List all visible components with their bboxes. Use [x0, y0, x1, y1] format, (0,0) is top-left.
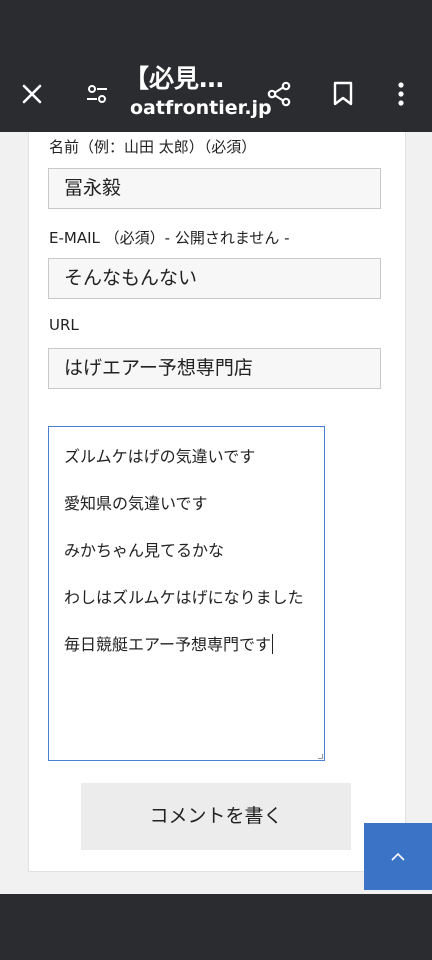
comment-line: ズルムケはげの気違いです	[64, 447, 256, 466]
submit-comment-button[interactable]: コメントを書く	[81, 783, 351, 850]
comment-line-last: 毎日競艇エアー予想専門です	[64, 631, 274, 655]
status-bar	[0, 0, 432, 55]
comment-textarea[interactable]: ズルムケはげの気違いです 愛知県の気違いです みかちゃん見てるかな わしはズルム…	[48, 426, 325, 761]
chevron-up-icon	[391, 852, 405, 861]
resize-grip-icon[interactable]	[318, 754, 323, 759]
email-field[interactable]: そんなもんない	[48, 258, 381, 299]
close-icon[interactable]	[12, 74, 52, 114]
more-vert-icon[interactable]	[381, 74, 421, 114]
browser-toolbar: 【必見… oatfrontier.jp	[0, 55, 432, 132]
url-field[interactable]: はげエアー予想専門店	[48, 348, 381, 389]
page-domain: oatfrontier.jp	[130, 97, 272, 119]
comment-line: わしはズルムケはげになりました	[64, 588, 304, 607]
page-title: 【必見…	[124, 64, 225, 93]
name-label: 名前（例：山田 太郎）（必須）	[49, 138, 257, 156]
tune-icon[interactable]	[77, 74, 117, 114]
comment-line: 毎日競艇エアー予想専門です	[64, 635, 272, 654]
scroll-to-top-button[interactable]	[364, 823, 432, 890]
comment-line: 愛知県の気違いです	[64, 494, 208, 513]
page-title-area[interactable]: 【必見… oatfrontier.jp	[124, 63, 272, 121]
url-label: URL	[49, 316, 79, 334]
navigation-bar	[0, 894, 432, 960]
text-caret	[272, 634, 274, 654]
comment-line: みかちゃん見てるかな	[64, 541, 225, 560]
share-icon[interactable]	[259, 74, 299, 114]
email-label: E-MAIL （必須）- 公開されません -	[49, 229, 290, 247]
name-field[interactable]: 冨永毅	[48, 168, 381, 209]
bookmark-icon[interactable]	[323, 74, 363, 114]
